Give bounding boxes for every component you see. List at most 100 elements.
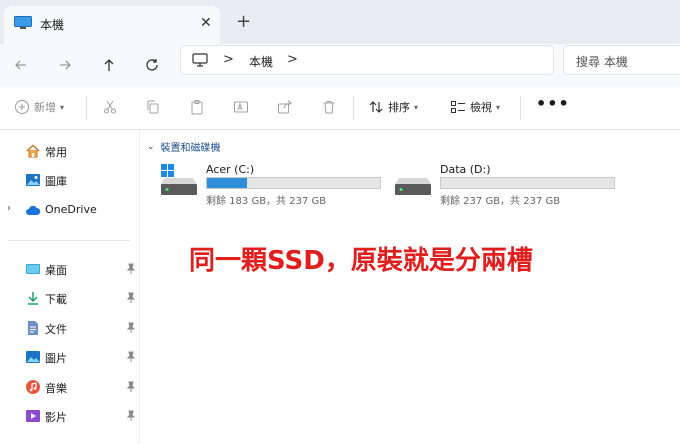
- refresh-icon: [146, 59, 158, 71]
- pin-icon[interactable]: [126, 381, 136, 393]
- sidebar-item-label: 常用: [45, 146, 67, 159]
- sidebar-item-desktop[interactable]: 桌面: [0, 257, 140, 281]
- home-icon: [26, 144, 40, 158]
- drive-usage-bar: [440, 177, 615, 189]
- pin-icon[interactable]: [126, 263, 136, 275]
- arrow-right-icon: [60, 60, 71, 70]
- toolbar-divider: [520, 96, 521, 120]
- chevron-down-icon: ⌄: [147, 141, 155, 152]
- group-header-devices[interactable]: ⌄ 裝置和磁碟機: [147, 139, 221, 155]
- drive-free-space: 剩餘 237 GB，共 237 GB: [440, 196, 561, 207]
- monitor-icon: [14, 16, 32, 29]
- video-icon: [26, 410, 40, 422]
- os-drive-icon: [161, 164, 197, 195]
- sidebar-item-label: 下載: [45, 293, 67, 306]
- tab-bar: 本機 ✕ +: [0, 0, 680, 44]
- chevron-down-icon: ▾: [414, 102, 419, 112]
- sidebar-item-home[interactable]: 常用: [0, 139, 140, 163]
- view-button[interactable]: 檢視 ▾: [450, 96, 500, 118]
- sidebar-item-label: 圖庫: [45, 175, 67, 188]
- pin-icon[interactable]: [126, 351, 136, 363]
- tab-title: 本機: [40, 18, 65, 32]
- clipboard-icon: [191, 100, 203, 115]
- navigation-pane: 常用 圖庫 › OneDrive 桌面 下載 文件 圖片 音樂 影片: [0, 130, 140, 444]
- copy-button[interactable]: [145, 96, 161, 118]
- music-icon: [26, 380, 40, 394]
- sort-icon: [369, 101, 383, 113]
- close-tab-button[interactable]: ✕: [200, 15, 212, 31]
- breadcrumb-separator-trailing[interactable]: >: [287, 52, 298, 67]
- search-input[interactable]: 搜尋 本機: [563, 45, 680, 75]
- pin-icon[interactable]: [126, 322, 136, 334]
- sidebar-item-label: 音樂: [45, 382, 67, 395]
- forward-button[interactable]: [52, 52, 78, 78]
- breadcrumb-separator[interactable]: >: [223, 52, 234, 67]
- document-icon: [28, 321, 38, 335]
- plus-circle-icon: [15, 100, 29, 114]
- pin-icon[interactable]: [126, 410, 136, 422]
- drive-free-space: 剩餘 183 GB，共 237 GB: [206, 196, 327, 207]
- sidebar-divider: [8, 240, 130, 241]
- view-label: 檢視: [470, 101, 492, 114]
- drive-icon: [395, 178, 431, 195]
- new-label: 新增: [34, 101, 56, 114]
- chevron-right-icon[interactable]: ›: [7, 203, 11, 214]
- share-button[interactable]: [277, 96, 293, 118]
- breadcrumb-this-pc[interactable]: 本機: [249, 53, 273, 70]
- pin-icon[interactable]: [126, 292, 136, 304]
- back-button[interactable]: [8, 52, 34, 78]
- address-bar[interactable]: > 本機 >: [180, 45, 554, 75]
- address-row: > 本機 > 搜尋 本機: [0, 44, 680, 86]
- sidebar-item-label: 影片: [45, 411, 67, 424]
- new-button[interactable]: 新增 ▾: [14, 96, 64, 118]
- toolbar-divider: [353, 96, 354, 120]
- delete-button[interactable]: [321, 96, 337, 118]
- command-bar: 新增 ▾ 排序 ▾ 檢視 ▾ •••: [0, 86, 680, 130]
- gallery-icon: [26, 174, 40, 186]
- computer-icon: [192, 53, 208, 67]
- download-icon: [28, 292, 38, 305]
- scissors-icon: [104, 100, 116, 114]
- pictures-icon: [26, 351, 40, 363]
- desktop-icon: [26, 264, 40, 274]
- tab-this-pc[interactable]: 本機 ✕: [4, 6, 220, 44]
- sidebar-item-gallery[interactable]: 圖庫: [0, 168, 140, 192]
- chevron-down-icon: ▾: [496, 102, 501, 112]
- share-icon: [278, 100, 292, 114]
- arrow-up-icon: [104, 59, 114, 71]
- refresh-button[interactable]: [139, 52, 165, 78]
- drive-usage-fill: [207, 178, 247, 188]
- sidebar-item-downloads[interactable]: 下載: [0, 286, 140, 310]
- rename-button[interactable]: [233, 96, 249, 118]
- toolbar-divider: [86, 96, 87, 120]
- copy-icon: [147, 100, 159, 114]
- sidebar-item-label: 桌面: [45, 264, 67, 277]
- group-header-label: 裝置和磁碟機: [160, 143, 221, 154]
- sidebar-item-onedrive[interactable]: › OneDrive: [0, 198, 140, 222]
- sidebar-item-documents[interactable]: 文件: [0, 316, 140, 340]
- sidebar-item-videos[interactable]: 影片: [0, 404, 140, 428]
- annotation-text: 同一顆SSD，原裝就是分兩槽: [189, 246, 533, 276]
- more-options-button[interactable]: •••: [536, 94, 570, 113]
- sort-label: 排序: [388, 101, 410, 114]
- sort-button[interactable]: 排序 ▾: [368, 96, 418, 118]
- sidebar-item-music[interactable]: 音樂: [0, 375, 140, 399]
- search-placeholder: 搜尋 本機: [576, 55, 628, 69]
- sidebar-item-pictures[interactable]: 圖片: [0, 345, 140, 369]
- up-button[interactable]: [96, 52, 122, 78]
- content-pane: ⌄ 裝置和磁碟機 Acer (C:) 剩餘 183 GB，共 237 GB Da…: [141, 130, 680, 444]
- drive-d[interactable]: Data (D:) 剩餘 237 GB，共 237 GB: [394, 160, 624, 208]
- arrow-left-icon: [15, 60, 26, 70]
- sidebar-item-label: 文件: [45, 323, 67, 336]
- paste-button[interactable]: [189, 96, 205, 118]
- sidebar-item-label: OneDrive: [45, 203, 97, 216]
- view-list-icon: [451, 101, 465, 113]
- rename-icon: [234, 101, 248, 113]
- drive-name: Data (D:): [440, 163, 491, 176]
- new-tab-button[interactable]: +: [236, 12, 251, 32]
- chevron-down-icon: ▾: [60, 102, 65, 112]
- drive-c[interactable]: Acer (C:) 剩餘 183 GB，共 237 GB: [160, 160, 390, 208]
- sidebar-item-label: 圖片: [45, 352, 67, 365]
- cut-button[interactable]: [102, 96, 118, 118]
- drive-name: Acer (C:): [206, 163, 255, 176]
